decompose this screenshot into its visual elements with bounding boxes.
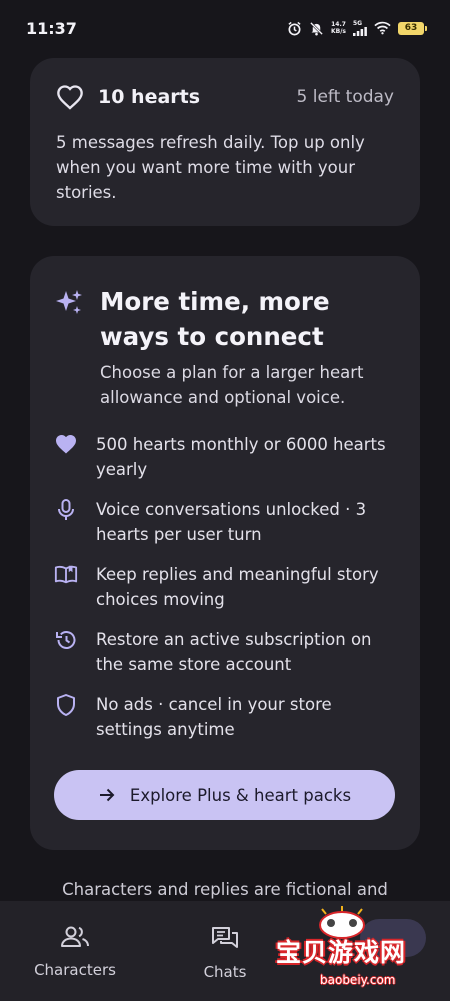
hearts-row: 10 hearts 5 left today: [56, 84, 394, 110]
watermark-url: baobeiy.com: [320, 973, 396, 987]
hearts-left-today: 5 left today: [296, 87, 395, 107]
mute-bell-icon: [310, 21, 323, 35]
book-icon: [54, 565, 78, 584]
feature-item: Restore an active subscription on the sa…: [54, 627, 396, 677]
status-time: 11:37: [26, 18, 77, 38]
nav-label-characters: Characters: [34, 961, 116, 979]
feature-text: No ads · cancel in your store settings a…: [96, 695, 332, 739]
feature-item: No ads · cancel in your store settings a…: [54, 692, 396, 742]
feature-list: 500 hearts monthly or 6000 hearts yearly…: [54, 432, 396, 742]
status-icons: 14.7 KB/s 5G 63: [287, 20, 427, 36]
chat-icon: [212, 927, 238, 948]
plan-header: More time, more ways to connect: [54, 284, 396, 354]
signal-bars-icon: [353, 26, 367, 36]
hearts-balance: 10 hearts: [56, 84, 200, 110]
network-speed: 14.7 KB/s: [331, 21, 346, 35]
feature-item: 500 hearts monthly or 6000 hearts yearly: [54, 432, 396, 482]
nav-label-chats: Chats: [203, 963, 247, 981]
status-bar: 11:37 14.7 KB/s 5G 63: [0, 0, 450, 56]
plan-title: More time, more ways to connect: [100, 287, 330, 351]
people-icon: [61, 926, 89, 947]
explore-plus-label: Explore Plus & heart packs: [129, 785, 352, 805]
footer-disclaimer: Characters and replies are fictional and: [62, 880, 388, 899]
plan-card: More time, more ways to connect Choose a…: [30, 256, 420, 850]
arrow-right-icon: [99, 788, 115, 802]
shield-icon: [57, 694, 75, 716]
watermark-text: 宝贝游戏网: [276, 938, 407, 967]
heart-icon: [56, 435, 76, 454]
feature-text: Voice conversations unlocked · 3 hearts …: [96, 500, 367, 544]
microphone-icon: [58, 499, 74, 520]
alarm-icon: [288, 21, 301, 35]
heart-outline-icon: [57, 85, 83, 110]
hearts-card: 10 hearts 5 left today 5 messages refres…: [30, 58, 420, 226]
restore-icon: [56, 631, 76, 649]
battery-indicator: 63: [398, 21, 427, 35]
feature-item: Voice conversations unlocked · 3 hearts …: [54, 497, 396, 547]
hearts-description: 5 messages refresh daily. Top up only wh…: [56, 133, 365, 202]
wifi-icon: [374, 21, 391, 35]
feature-text: Restore an active subscription on the sa…: [96, 630, 372, 674]
hearts-count: 10 hearts: [98, 86, 201, 108]
plan-subtitle: Choose a plan for a larger heart allowan…: [100, 363, 364, 407]
watermark: 宝贝游戏网 baobeiy.com: [276, 905, 424, 997]
feature-text: Keep replies and meaningful story choice…: [96, 565, 379, 609]
nav-item-characters[interactable]: Characters: [0, 901, 150, 1001]
cell-signal: 5G: [353, 20, 367, 36]
sparkle-icon: [56, 290, 82, 314]
feature-item: Keep replies and meaningful story choice…: [54, 562, 396, 612]
feature-text: 500 hearts monthly or 6000 hearts yearly: [96, 435, 386, 479]
explore-plus-button[interactable]: Explore Plus & heart packs: [54, 770, 395, 820]
